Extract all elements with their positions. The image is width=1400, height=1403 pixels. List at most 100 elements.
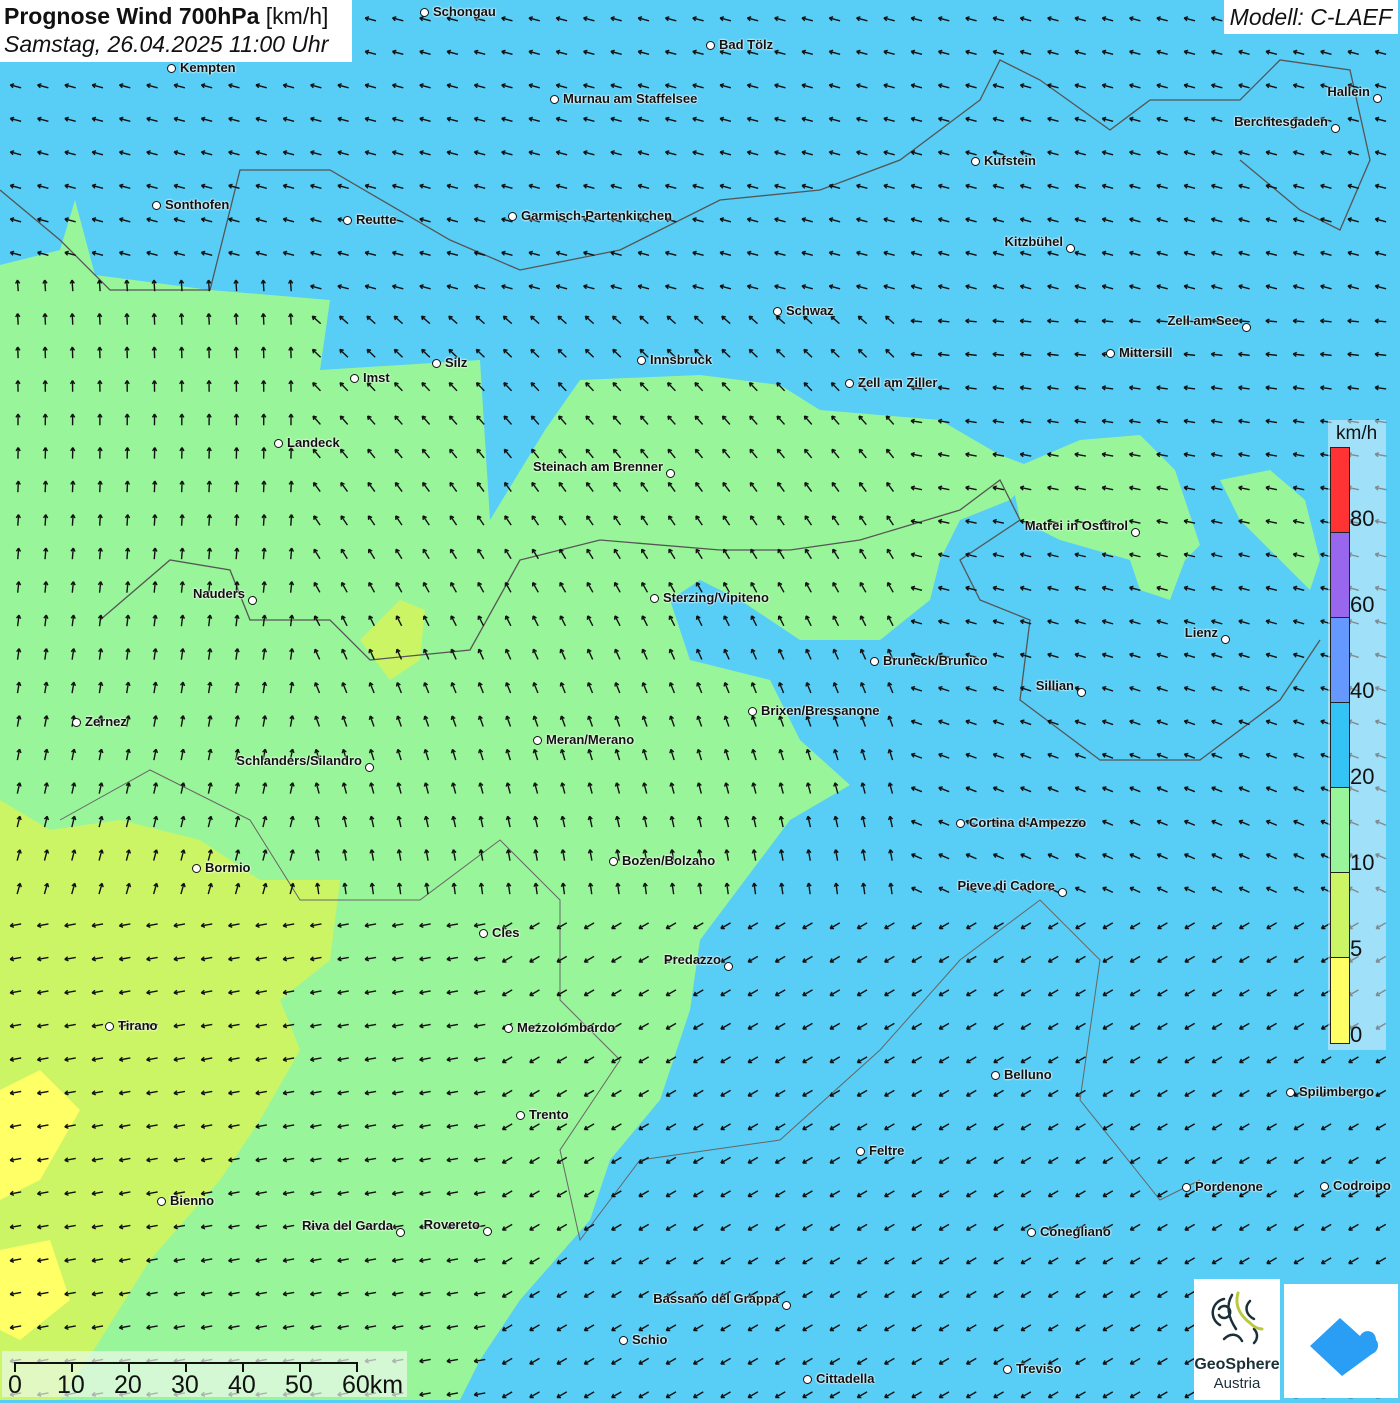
city-label: Bienno [170, 1193, 215, 1208]
city-label: Bad Tölz [719, 37, 774, 52]
city-label: Mittersill [1119, 345, 1173, 360]
legend-tick-label: 20 [1350, 764, 1375, 789]
city-label: Landeck [287, 435, 340, 450]
scale-label: 30 [171, 1371, 199, 1399]
legend-tick-label: 40 [1350, 678, 1375, 703]
forecast-datetime: Samstag, 26.04.2025 11:00 Uhr [4, 31, 329, 57]
scale-label: 40 [228, 1371, 256, 1399]
city-marker[interactable] [343, 216, 352, 225]
city-marker[interactable] [1106, 349, 1115, 358]
city-marker[interactable] [845, 379, 854, 388]
city-marker[interactable] [971, 157, 980, 166]
legend-color-segment [1331, 873, 1349, 958]
legend-unit: km/h [1336, 423, 1378, 444]
legend-tick-label: 0 [1350, 1022, 1363, 1047]
city-marker[interactable] [508, 212, 517, 221]
city-label: Steinach am Brenner [532, 459, 663, 474]
city-marker[interactable] [619, 1336, 628, 1345]
city-label: Pieve di Cadore [957, 878, 1055, 893]
city-marker[interactable] [365, 763, 374, 772]
city-marker[interactable] [533, 736, 542, 745]
city-marker[interactable] [274, 439, 283, 448]
city-marker[interactable] [1286, 1088, 1295, 1097]
city-label: Zell am Ziller [858, 375, 938, 390]
city-marker[interactable] [1221, 635, 1230, 644]
city-label: Nauders [192, 586, 245, 601]
model-label: Modell: C-LAEF [1223, 0, 1398, 34]
city-marker[interactable] [870, 657, 879, 666]
city-marker[interactable] [516, 1111, 525, 1120]
city-label: Lienz [1184, 625, 1218, 640]
city-marker[interactable] [157, 1197, 166, 1206]
city-label: Murnau am Staffelsee [563, 91, 698, 106]
city-marker[interactable] [1331, 124, 1340, 133]
app-logo[interactable] [1284, 1284, 1398, 1398]
city-marker[interactable] [706, 41, 715, 50]
city-marker[interactable] [637, 356, 646, 365]
city-marker[interactable] [803, 1375, 812, 1384]
city-marker[interactable] [1003, 1365, 1012, 1374]
city-marker[interactable] [1131, 528, 1140, 537]
city-marker[interactable] [856, 1147, 865, 1156]
geosphere-logo-subtext: Austria [1213, 1375, 1261, 1392]
city-label: Treviso [1016, 1361, 1062, 1376]
city-label: Cortina d'Ampezzo [969, 815, 1087, 830]
city-label: Garmisch-Partenkirchen [521, 208, 673, 223]
city-marker[interactable] [724, 962, 733, 971]
city-label: Feltre [869, 1143, 905, 1158]
city-marker[interactable] [991, 1071, 1000, 1080]
geosphere-logo-icon [1211, 1291, 1264, 1345]
city-marker[interactable] [420, 8, 429, 17]
city-marker[interactable] [550, 95, 559, 104]
city-label: Pordenone [1195, 1179, 1263, 1194]
city-label: Silz [445, 355, 468, 370]
legend-color-segment [1331, 533, 1349, 618]
city-marker[interactable] [1182, 1183, 1191, 1192]
city-marker[interactable] [72, 718, 81, 727]
city-marker[interactable] [1058, 888, 1067, 897]
city-label: Zell am See [1167, 313, 1239, 328]
city-marker[interactable] [350, 374, 359, 383]
city-marker[interactable] [666, 469, 675, 478]
city-label: Bozen/Bolzano [622, 853, 716, 868]
city-marker[interactable] [1242, 323, 1251, 332]
city-marker[interactable] [650, 594, 659, 603]
geosphere-austria-logo[interactable]: GeoSphere Austria [1194, 1279, 1280, 1400]
city-marker[interactable] [1066, 244, 1075, 253]
city-marker[interactable] [152, 201, 161, 210]
city-marker[interactable] [396, 1228, 405, 1237]
city-marker[interactable] [192, 864, 201, 873]
city-marker[interactable] [782, 1301, 791, 1310]
city-marker[interactable] [1077, 688, 1086, 697]
city-marker[interactable] [1320, 1182, 1329, 1191]
city-marker[interactable] [479, 929, 488, 938]
city-label: Cittadella [816, 1371, 875, 1386]
legend-color-segment [1331, 958, 1349, 1043]
city-label: Kitzbühel [1004, 234, 1064, 249]
city-marker[interactable] [956, 819, 965, 828]
city-label: Hallein [1327, 84, 1370, 99]
city-label: Riva del Garda [301, 1218, 393, 1233]
city-label: Spilimbergo [1299, 1084, 1375, 1099]
city-marker[interactable] [105, 1022, 114, 1031]
city-marker[interactable] [1373, 94, 1382, 103]
city-marker[interactable] [504, 1024, 513, 1033]
city-marker[interactable] [609, 857, 618, 866]
city-label: Zernez [85, 714, 127, 729]
city-marker[interactable] [167, 64, 176, 73]
scale-bar: 0 10 20 30 40 50 60km [2, 1351, 407, 1399]
city-marker[interactable] [773, 307, 782, 316]
city-label: Schio [632, 1332, 668, 1347]
city-marker[interactable] [248, 596, 257, 605]
city-marker[interactable] [748, 707, 757, 716]
city-marker[interactable] [1027, 1228, 1036, 1237]
city-label: Berchtesgaden [1234, 114, 1328, 129]
legend-color-segment [1331, 703, 1349, 788]
city-label: Bassano del Grappa [653, 1291, 779, 1306]
city-marker[interactable] [432, 359, 441, 368]
legend-color-segment [1331, 788, 1349, 873]
city-label: Cles [492, 925, 520, 940]
city-marker[interactable] [483, 1227, 492, 1236]
city-label: Brixen/Bressanone [761, 703, 880, 718]
legend-colorbar [1330, 447, 1350, 1044]
